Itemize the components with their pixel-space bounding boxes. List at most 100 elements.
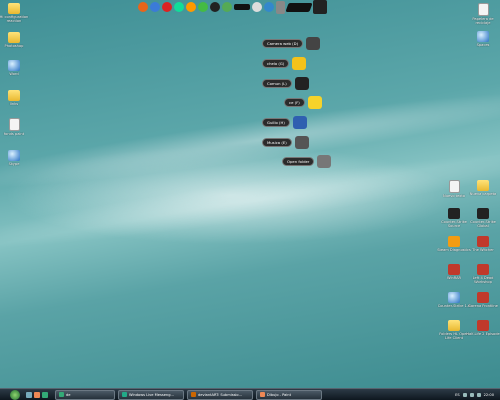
drive-icon[interactable] xyxy=(292,116,307,129)
taskbar-button[interactable]: Windows Live Messeng... xyxy=(118,389,184,400)
hdd-icon[interactable] xyxy=(285,2,313,12)
red-icon xyxy=(477,292,489,303)
drive-shortcut[interactable]: ce (F) xyxy=(284,96,322,109)
firefox-icon[interactable] xyxy=(138,2,148,12)
clock[interactable]: 22:00 xyxy=(484,393,494,397)
red-icon xyxy=(477,320,489,331)
system-tray: ES 22:00 xyxy=(455,392,500,397)
drive-icon[interactable] xyxy=(307,96,322,109)
drive-shortcut-label[interactable]: Musica (E) xyxy=(262,138,292,147)
app-icon[interactable] xyxy=(222,2,232,12)
messenger-tray-icon[interactable] xyxy=(476,392,481,397)
folder-icon xyxy=(8,3,20,14)
app-icon xyxy=(59,392,64,397)
doc-icon xyxy=(448,180,460,193)
desktop-icon[interactable]: Hi configuration reaction xyxy=(0,3,31,23)
drive-icon[interactable] xyxy=(234,4,250,10)
drive-shortcut[interactable]: Musica (E) xyxy=(262,136,309,149)
desktop-icon-label: Counter-Strike Global xyxy=(470,220,496,228)
drive-shortcut[interactable]: chelo (G) xyxy=(262,57,307,70)
utorrent-icon[interactable] xyxy=(198,2,208,12)
skull-icon[interactable] xyxy=(252,2,262,12)
desktop-icon[interactable]: fonds paint xyxy=(0,118,31,136)
drive-icon[interactable] xyxy=(294,136,309,149)
drive-icon[interactable] xyxy=(294,77,309,90)
drive-shortcut-label[interactable]: Camera web (D) xyxy=(262,39,304,48)
red-icon xyxy=(477,264,489,275)
trash-icon[interactable] xyxy=(276,0,285,14)
flashget-icon[interactable] xyxy=(174,2,184,12)
network-icon[interactable] xyxy=(462,392,467,397)
desktop-icon-label: Spaces xyxy=(476,43,490,47)
chrome-icon[interactable] xyxy=(150,2,160,12)
desktop-icon[interactable]: Left 4 Dead Workshop xyxy=(466,264,500,284)
volume-icon[interactable] xyxy=(469,392,474,397)
drive-icon[interactable] xyxy=(292,57,307,70)
top-dock xyxy=(138,0,327,14)
desktop-icon[interactable]: Word xyxy=(0,60,31,76)
drive-shortcut-label[interactable]: ce (F) xyxy=(284,98,305,107)
drive-shortcut[interactable]: Camera web (D) xyxy=(262,37,321,50)
desktop-icon[interactable]: Nueva carpeta xyxy=(466,180,500,196)
app-icon xyxy=(122,392,127,397)
desktop-icon-label: Garena Frontline xyxy=(468,304,498,308)
drive-shortcut-label[interactable]: Guillo (H) xyxy=(262,118,290,127)
taskbar-button[interactable]: de xyxy=(55,389,115,400)
doc-icon xyxy=(477,3,489,16)
laptop-icon[interactable] xyxy=(313,0,327,14)
drive-icon[interactable] xyxy=(317,155,332,168)
app-icon[interactable] xyxy=(210,2,220,12)
blue-icon xyxy=(8,150,20,161)
blue-icon xyxy=(8,60,20,71)
language-indicator[interactable]: ES xyxy=(455,393,460,397)
desktop-icon[interactable] xyxy=(26,391,32,398)
desktop-icon-label: Hi configuration reaction xyxy=(0,15,29,23)
red-icon xyxy=(477,236,489,247)
red-icon xyxy=(448,264,460,275)
desktop-icon[interactable]: Photoshop xyxy=(0,32,31,48)
taskbar-button[interactable]: Dibujo - Paint xyxy=(256,389,322,400)
drive-shortcut-label[interactable]: Comun (L) xyxy=(262,79,292,88)
drive-shortcut[interactable]: Comun (L) xyxy=(262,77,309,90)
taskbar-button-label: deviantART: Submissio... xyxy=(198,392,242,397)
blue-icon xyxy=(477,31,489,42)
orange-icon xyxy=(448,236,460,247)
doc-icon xyxy=(8,118,20,131)
taskbar-button-label: Dibujo - Paint xyxy=(267,392,291,397)
taskbar-button[interactable]: deviantART: Submissio... xyxy=(187,389,253,400)
media-icon[interactable] xyxy=(264,2,274,12)
desktop-icon-label: Half-Life 2 Episode xyxy=(466,332,500,336)
black-icon xyxy=(448,208,460,219)
desktop-icon[interactable]: Half-Life 2 Episode xyxy=(466,320,500,336)
messenger-icon[interactable] xyxy=(42,391,48,398)
desktop-icon[interactable]: The Witcher xyxy=(466,236,500,252)
drive-icon[interactable] xyxy=(306,37,321,50)
desktop-icon[interactable]: Skype xyxy=(0,150,31,166)
black-icon xyxy=(477,208,489,219)
folder-icon xyxy=(448,320,460,331)
desktop-icon-label: Skype xyxy=(8,162,20,166)
desktop-icon[interactable]: Garena Frontline xyxy=(466,292,500,308)
drive-shortcut[interactable]: Open folder xyxy=(282,155,332,168)
taskbar-button-label: de xyxy=(66,392,71,397)
drive-shortcut-label[interactable]: Open folder xyxy=(282,157,315,166)
winamp-icon[interactable] xyxy=(186,2,196,12)
desktop-icon-label: The Witcher xyxy=(472,248,494,252)
desktop-icon[interactable]: links xyxy=(0,90,31,106)
opera-icon[interactable] xyxy=(162,2,172,12)
start-button[interactable] xyxy=(10,389,20,400)
desktop-icon[interactable]: Papelera de reciclaje xyxy=(466,3,500,25)
folder-icon xyxy=(8,90,20,101)
drive-shortcut-label[interactable]: chelo (G) xyxy=(262,59,290,68)
desktop-icon[interactable]: Counter-Strike Global xyxy=(466,208,500,228)
taskbar: de Windows Live Messeng... deviantART: Sub… xyxy=(0,388,500,400)
drive-shortcut[interactable]: Guillo (H) xyxy=(262,116,307,129)
folder-icon xyxy=(8,32,20,43)
app-icon xyxy=(260,392,265,397)
desktop-icon-label: Word xyxy=(9,72,19,76)
desktop-icon-label: Photoshop xyxy=(4,44,24,48)
app-icon xyxy=(191,392,196,397)
folder-icon xyxy=(477,180,489,191)
desktop-icon[interactable]: Spaces xyxy=(466,31,500,47)
firefox-icon[interactable] xyxy=(34,391,40,398)
